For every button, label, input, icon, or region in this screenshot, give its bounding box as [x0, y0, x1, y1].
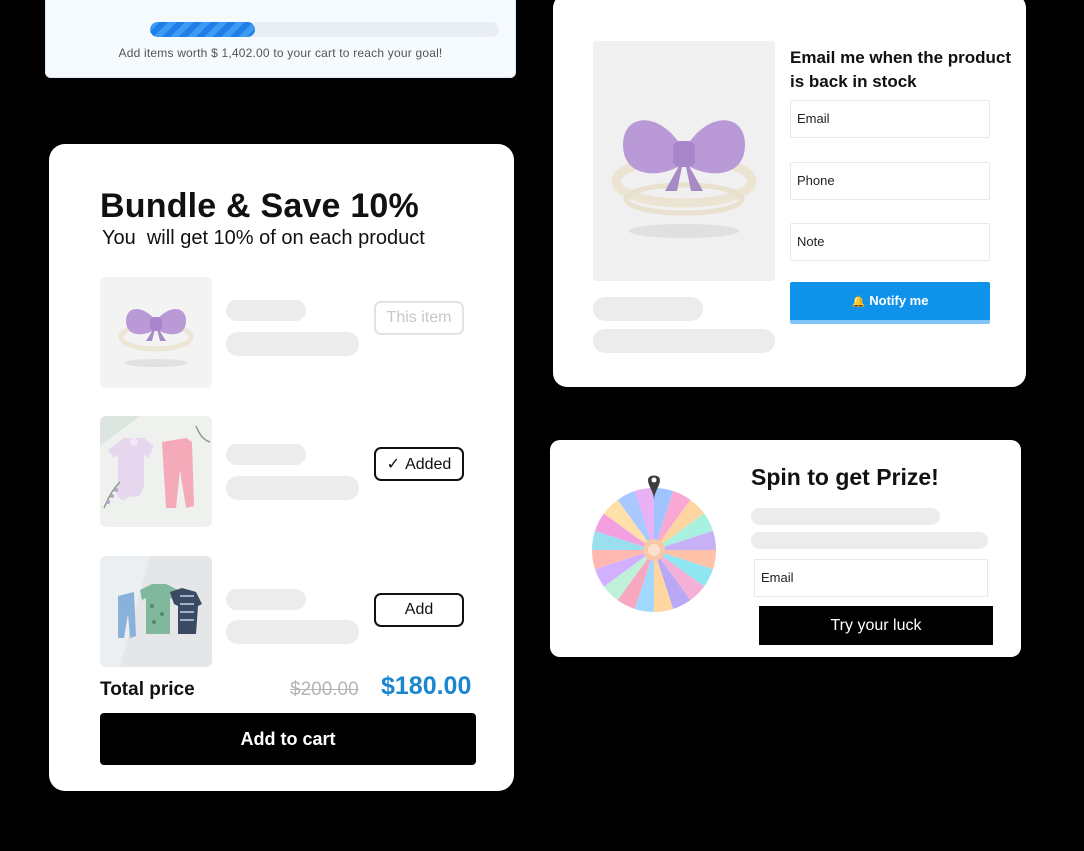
product-price-placeholder [226, 476, 359, 500]
try-your-luck-button[interactable]: Try your luck [759, 606, 993, 645]
add-button[interactable]: Add [374, 593, 464, 627]
bundle-subtitle: You will get 10% of on each product [102, 227, 425, 249]
spin-wheel-card: Spin to get Prize! Email Try your luck [550, 440, 1021, 657]
discounted-price: $180.00 [381, 672, 472, 700]
prize-wheel[interactable] [590, 470, 718, 615]
progress-bar-fill [150, 22, 255, 37]
product-price-placeholder [593, 329, 775, 353]
phone-field[interactable]: Phone [790, 162, 990, 200]
product-image-kids-clothing-set[interactable] [100, 556, 212, 667]
notify-me-button[interactable]: 🔔 Notify me [790, 282, 990, 324]
text-placeholder [751, 508, 940, 525]
added-button[interactable]: ✓ Added [374, 447, 464, 481]
product-image-bow-headband [593, 41, 775, 281]
progress-text: Add items worth $ 1,402.00 to your cart … [118, 46, 443, 60]
bell-icon: 🔔 [851, 295, 866, 308]
add-to-cart-button[interactable]: Add to cart [100, 713, 476, 765]
spin-title: Spin to get Prize! [751, 464, 939, 490]
email-field[interactable]: Email [790, 100, 990, 138]
email-field[interactable]: Email [754, 559, 988, 597]
back-in-stock-card: Email me when the product is back in sto… [553, 0, 1026, 387]
note-field[interactable]: Note [790, 223, 990, 261]
product-image-bow-headband[interactable] [100, 277, 212, 388]
this-item-button: This item [374, 301, 464, 335]
bundle-title: Bundle & Save 10% [100, 187, 419, 225]
bundle-card: Bundle & Save 10% You will get 10% of on… [49, 144, 514, 791]
total-price-label: Total price [100, 679, 195, 700]
cart-goal-progress-card: Add items worth $ 1,402.00 to your cart … [45, 0, 516, 78]
text-placeholder [751, 532, 988, 549]
product-title-placeholder [226, 444, 306, 465]
progress-bar [150, 22, 499, 37]
product-price-placeholder [226, 332, 359, 356]
checkmark-icon: ✓ [386, 454, 401, 473]
product-image-baby-romper-and-pants[interactable] [100, 416, 212, 527]
product-title-placeholder [226, 589, 306, 610]
product-price-placeholder [226, 620, 359, 644]
product-title-placeholder [593, 297, 703, 321]
notify-title: Email me when the product is back in sto… [790, 48, 1012, 91]
product-title-placeholder [226, 300, 306, 321]
original-price: $200.00 [290, 679, 359, 700]
